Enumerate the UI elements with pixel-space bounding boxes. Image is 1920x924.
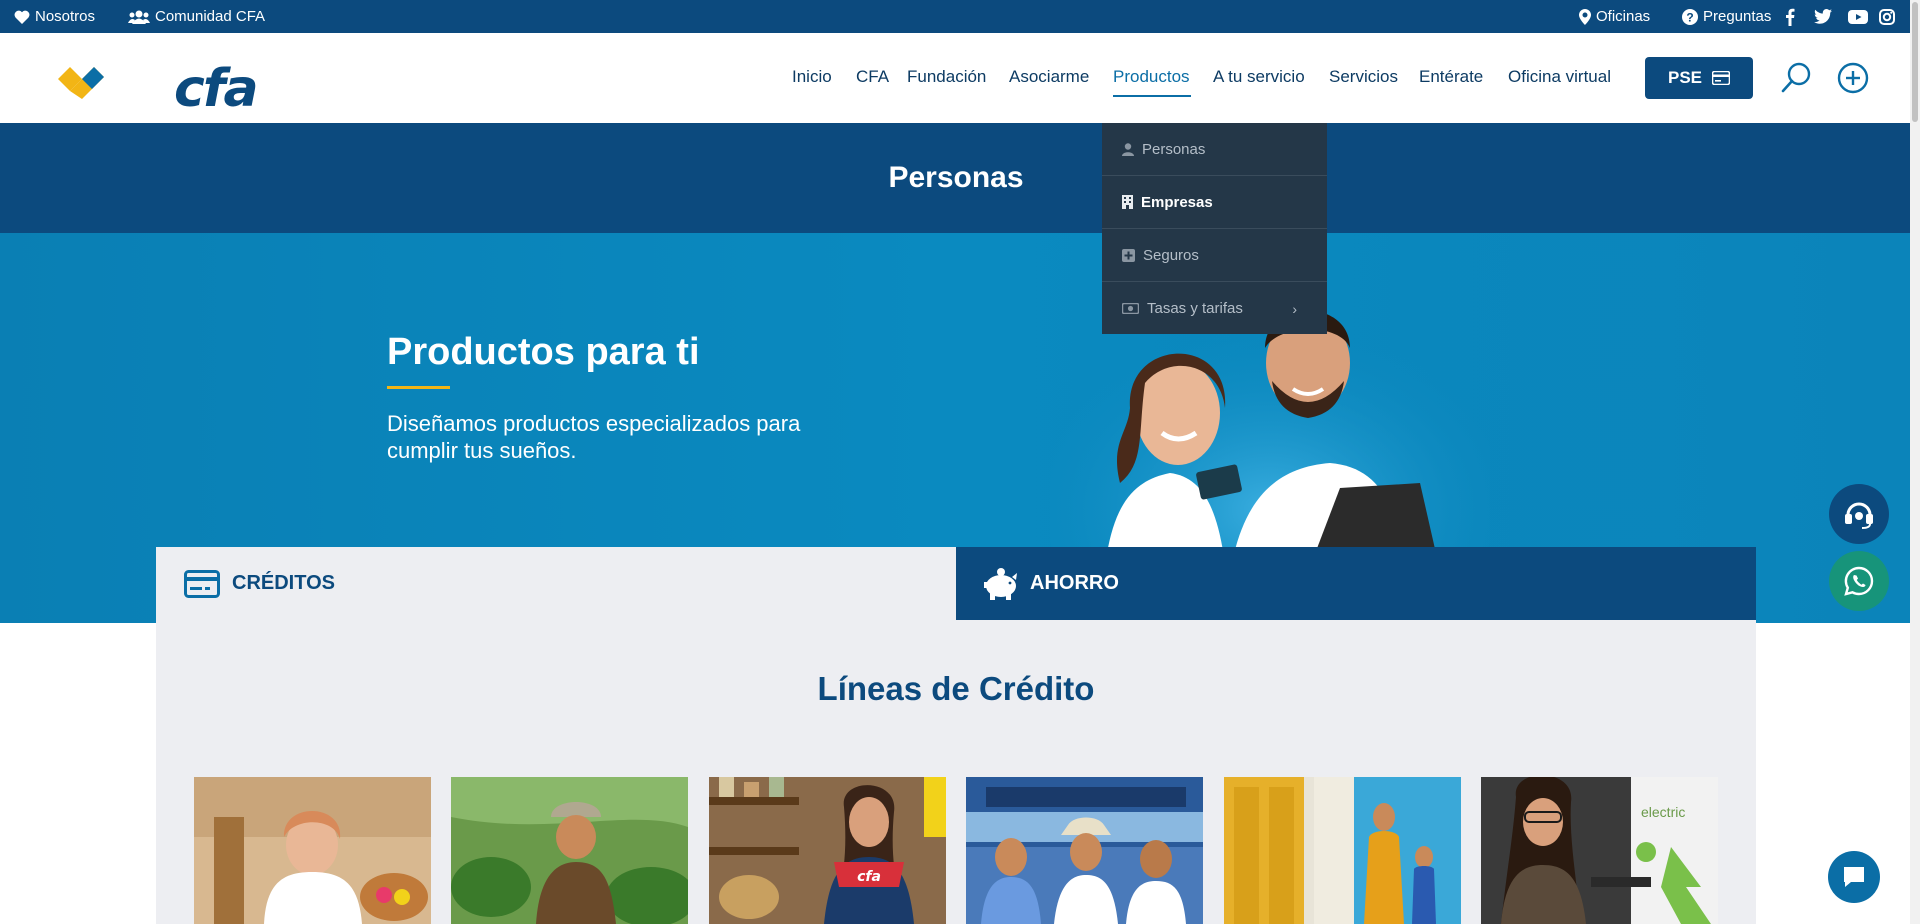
facebook-icon [1786, 8, 1795, 26]
svg-text:?: ? [1686, 10, 1693, 24]
nav-asociarme[interactable]: Asociarme [1009, 67, 1089, 87]
credit-card-photo-4[interactable] [966, 777, 1203, 924]
dropdown-item-personas[interactable]: Personas [1102, 123, 1327, 176]
chevron-right-icon: › [1292, 300, 1297, 317]
nav-cfa[interactable]: CFA [856, 67, 889, 87]
building-icon [1122, 195, 1133, 209]
map-pin-icon [1579, 8, 1591, 25]
dropdown-label-personas: Personas [1142, 140, 1206, 158]
credit-card-icon [1712, 71, 1731, 85]
hero-accent-bar [387, 386, 450, 389]
dropdown-label-tasas: Tasas y tarifas [1147, 300, 1243, 317]
credit-card-icon [184, 569, 220, 598]
shop-owner-photo: cfa [709, 777, 946, 924]
nav-productos[interactable]: Productos [1113, 67, 1190, 87]
instagram-icon [1879, 8, 1895, 25]
dropdown-item-seguros[interactable]: Seguros [1102, 229, 1327, 282]
nav-active-underline [1113, 95, 1191, 97]
dropdown-label-seguros: Seguros [1143, 246, 1199, 264]
chat-button[interactable] [1828, 851, 1880, 903]
question-circle-icon: ? [1682, 8, 1698, 25]
farmer-field-photo [451, 777, 688, 924]
nav-fundacion[interactable]: Fundación [907, 67, 986, 87]
comunidad-label: Comunidad CFA [155, 8, 266, 25]
shirt-logo-text: cfa [857, 869, 881, 885]
nav-a-tu-servicio[interactable]: A tu servicio [1213, 67, 1305, 87]
nosotros-label: Nosotros [35, 8, 96, 25]
nav-enterate[interactable]: Entérate [1419, 67, 1483, 87]
chat-bubble-icon [1844, 867, 1864, 887]
facebook-link[interactable] [1785, 0, 1795, 33]
piggy-bank-icon [984, 567, 1017, 600]
nav-servicios[interactable]: Servicios [1329, 67, 1398, 87]
section-title: Líneas de Crédito [817, 670, 1095, 707]
band-title: Personas [888, 161, 1024, 194]
dropdown-item-empresas[interactable]: Empresas [1102, 176, 1327, 229]
nav-oficina-virtual[interactable]: Oficina virtual [1508, 67, 1611, 87]
top-utility-bar: Nosotros Comunidad CFA Oficinas ? Pregun… [0, 0, 1910, 33]
tab-ahorro-label: AHORRO [1030, 572, 1119, 594]
page-scrollbar[interactable] [1910, 0, 1920, 924]
section-band: Personas [0, 123, 1910, 233]
credit-card-photo-1[interactable] [194, 777, 431, 924]
pse-button[interactable]: PSE [1645, 57, 1753, 99]
preguntas-link[interactable]: ? Preguntas [1682, 0, 1771, 33]
comunidad-link[interactable]: Comunidad CFA [128, 0, 265, 33]
electric-charger-photo: electric [1481, 777, 1718, 924]
bus-men-photo [966, 777, 1203, 924]
support-agent-button[interactable] [1829, 484, 1889, 544]
hero-title: Productos para ti [387, 331, 700, 373]
whatsapp-icon [1844, 566, 1874, 596]
nosotros-link[interactable]: Nosotros [14, 0, 95, 33]
tab-creditos[interactable]: CRÉDITOS [156, 547, 956, 620]
plus-square-icon [1122, 248, 1135, 262]
hero-subtitle: Diseñamos productos especializados para … [387, 411, 801, 463]
tab-ahorro[interactable]: AHORRO [956, 547, 1756, 620]
logo-mark-icon [58, 67, 104, 99]
credit-card-photo-3[interactable]: cfa [709, 777, 946, 924]
preguntas-label: Preguntas [1703, 8, 1772, 25]
main-header: cfa Inicio CFA Fundación Asociarme Produ… [0, 33, 1910, 123]
money-icon [1122, 303, 1139, 314]
instagram-link[interactable] [1879, 0, 1895, 33]
credit-card-photo-2[interactable] [451, 777, 688, 924]
creditos-panel: Líneas de Crédito cfa electric [156, 620, 1756, 924]
tab-creditos-label: CRÉDITOS [232, 572, 335, 594]
credit-card-photo-6[interactable]: electric [1481, 777, 1718, 924]
oficinas-label: Oficinas [1596, 8, 1651, 25]
nav-inicio[interactable]: Inicio [792, 67, 832, 87]
users-icon [128, 10, 150, 24]
dropdown-label-empresas: Empresas [1141, 193, 1213, 211]
whatsapp-button[interactable] [1829, 551, 1889, 611]
user-icon [1122, 142, 1134, 156]
dropdown-item-tasas[interactable]: Tasas y tarifas › [1102, 282, 1327, 335]
heart-icon [14, 10, 30, 24]
headset-icon [1845, 502, 1873, 529]
credit-card-photo-5[interactable] [1224, 777, 1461, 924]
logo-text: cfa [174, 59, 259, 119]
youtube-icon [1848, 9, 1868, 24]
woman-crafts-photo [194, 777, 431, 924]
scrollbar-thumb[interactable] [1912, 2, 1918, 122]
charger-label: electric [1641, 804, 1685, 820]
search-icon[interactable] [1780, 61, 1814, 95]
youtube-link[interactable] [1848, 0, 1868, 33]
oficinas-link[interactable]: Oficinas [1579, 0, 1650, 33]
productos-dropdown: Personas Empresas Seguros Tasas y tarifa… [1102, 123, 1327, 334]
twitter-icon [1814, 9, 1832, 24]
twitter-link[interactable] [1814, 0, 1832, 33]
pse-label: PSE [1667, 68, 1703, 87]
plus-circle-icon[interactable] [1836, 61, 1870, 95]
cfa-logo[interactable]: cfa [56, 57, 259, 115]
yellow-door-photo [1224, 777, 1461, 924]
